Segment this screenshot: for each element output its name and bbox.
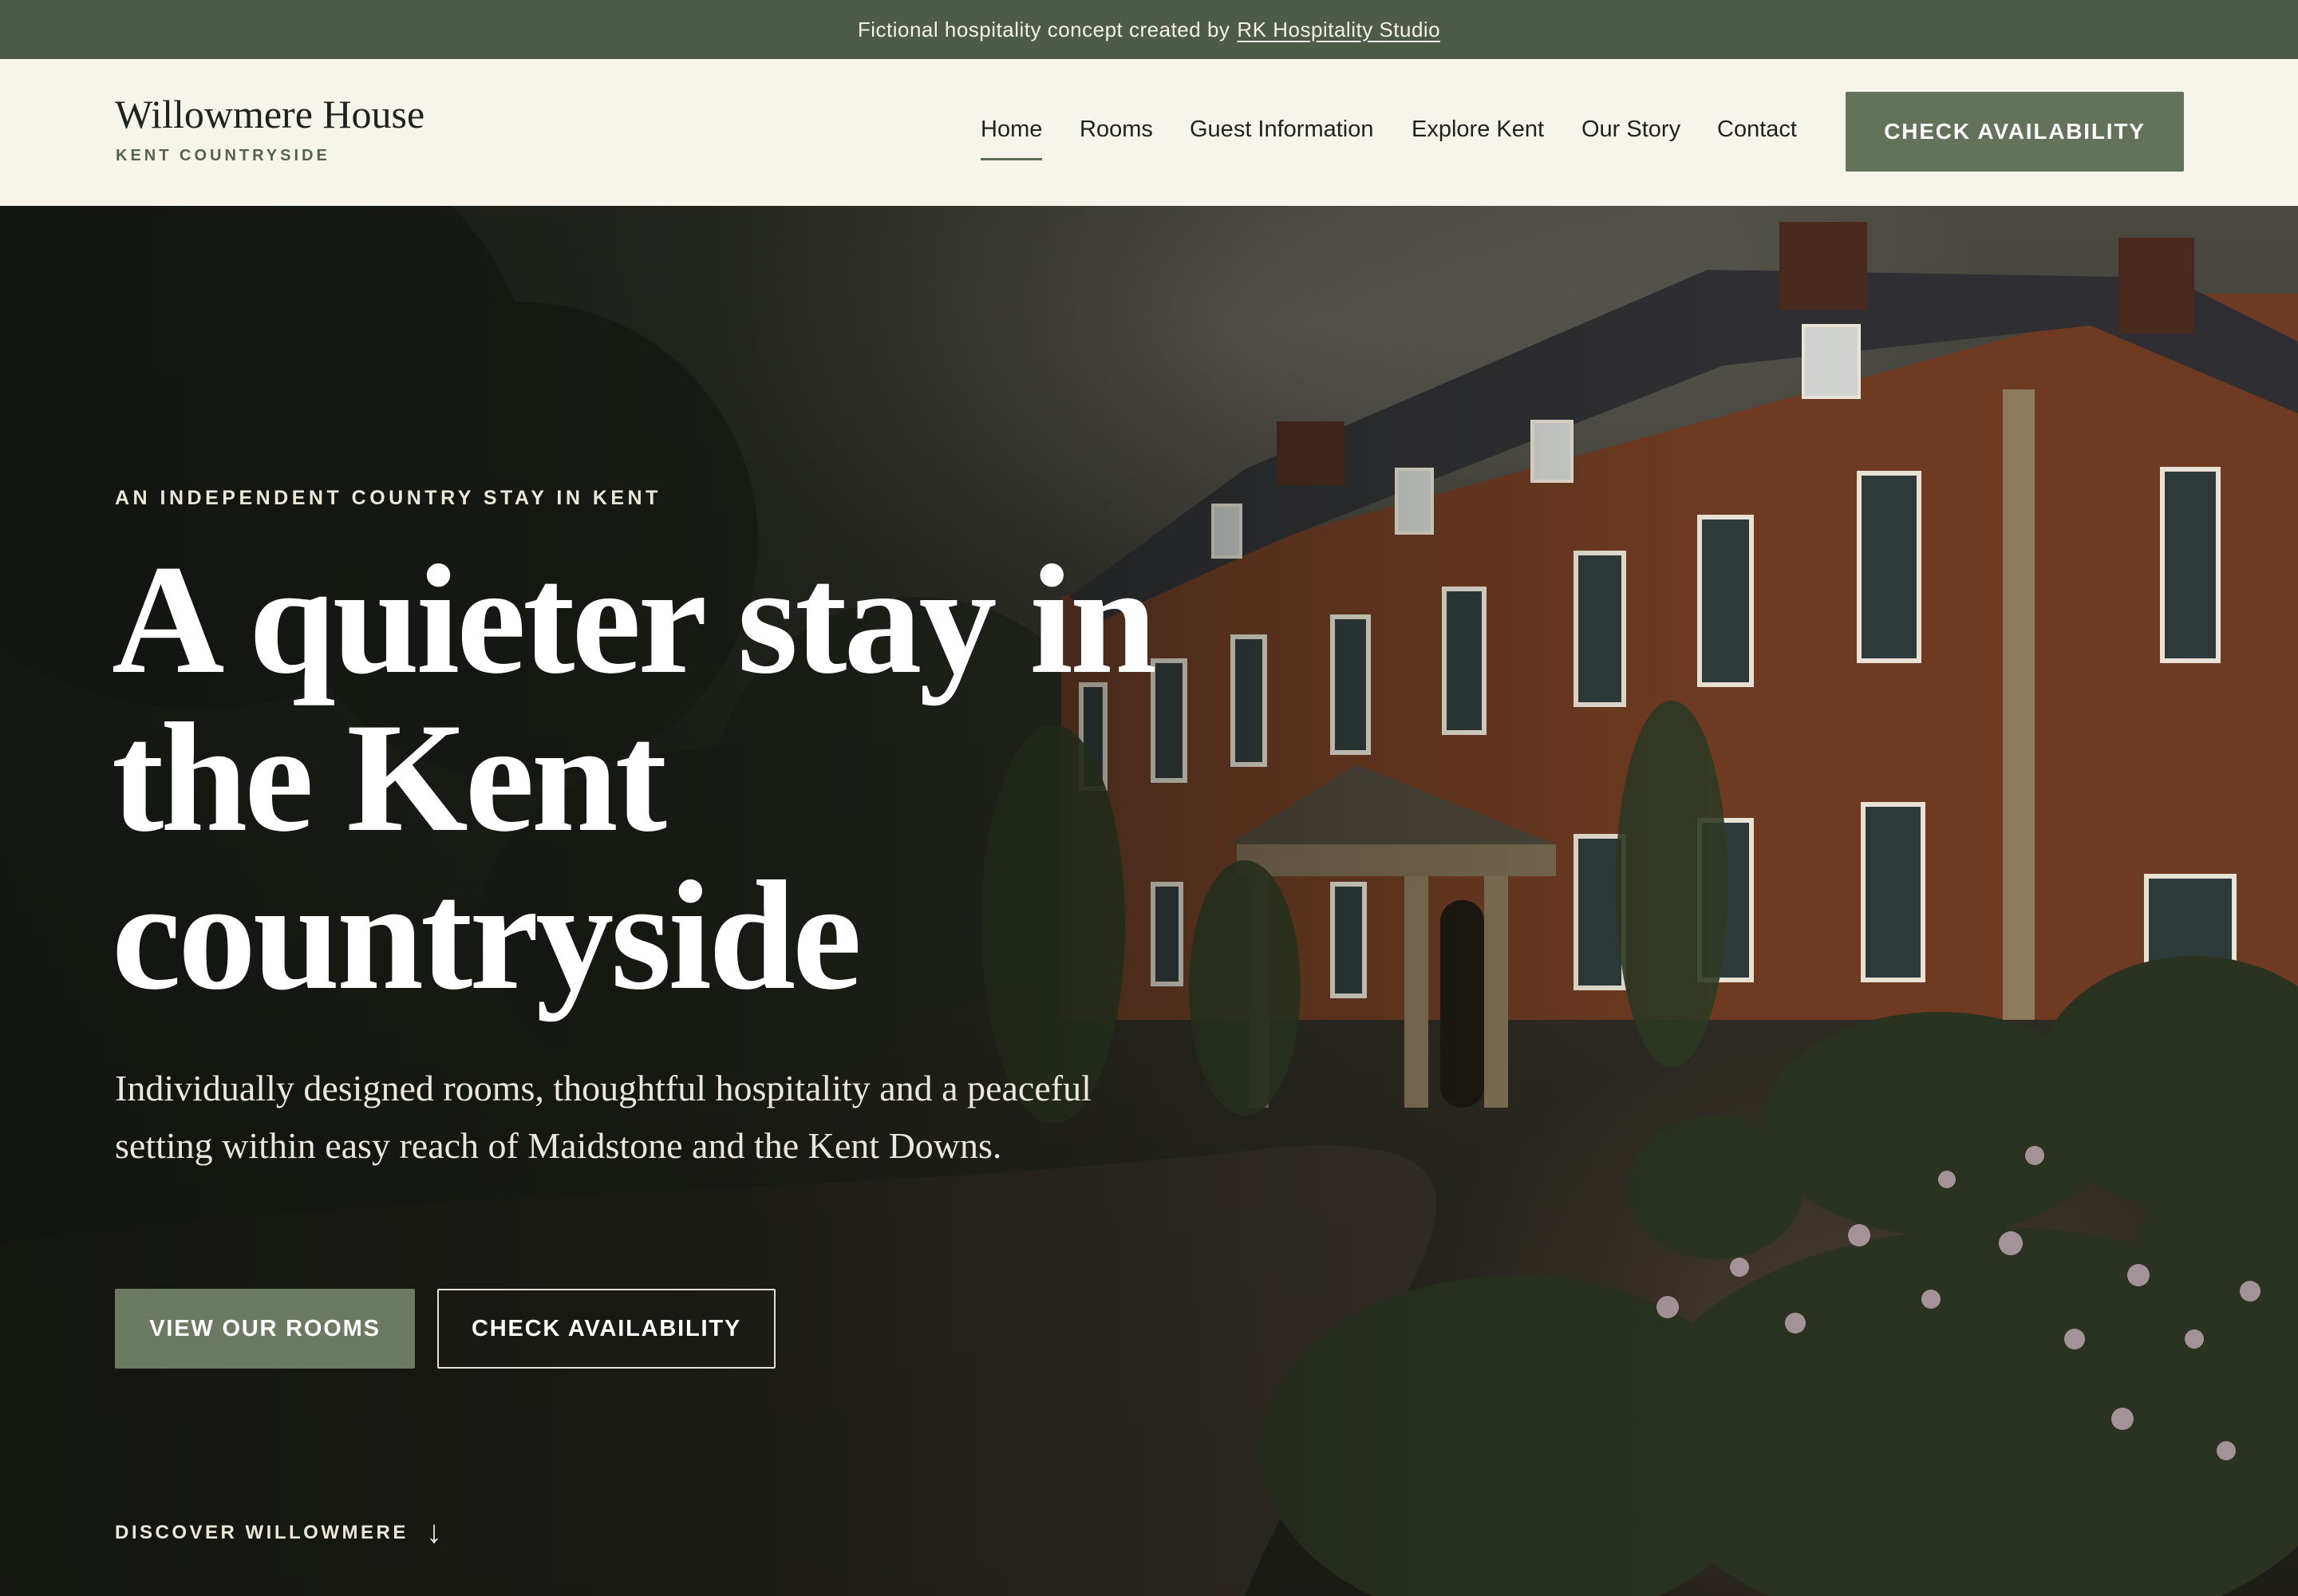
nav-rooms[interactable]: Rooms xyxy=(1080,117,1153,143)
arrow-down-icon: ↓ xyxy=(425,1515,442,1550)
nav-our-story[interactable]: Our Story xyxy=(1581,117,1680,143)
nav-home[interactable]: Home xyxy=(981,117,1043,160)
discover-label: DISCOVER WILLOWMERE xyxy=(115,1521,409,1543)
nav-contact[interactable]: Contact xyxy=(1717,117,1797,143)
nav-explore-kent[interactable]: Explore Kent xyxy=(1412,117,1544,143)
hero-headline: A quieter stay in the Kent countryside xyxy=(112,541,1309,1015)
hero-check-availability-button[interactable]: CHECK AVAILABILITY xyxy=(437,1289,776,1369)
nav-guest-information[interactable]: Guest Information xyxy=(1190,117,1374,143)
view-rooms-button[interactable]: VIEW OUR ROOMS xyxy=(115,1289,415,1369)
headline-line-1: A quieter stay in xyxy=(112,533,1157,706)
announcement-text: Fictional hospitality concept created by xyxy=(857,17,1230,41)
headline-line-3: countryside xyxy=(112,849,862,1022)
hero-eyebrow: AN INDEPENDENT COUNTRY STAY IN KENT xyxy=(115,487,661,509)
announcement-bar: Fictional hospitality concept created by… xyxy=(0,0,2298,59)
check-availability-button[interactable]: CHECK AVAILABILITY xyxy=(1846,92,2184,172)
hero-subcopy: Individually designed rooms, thoughtful … xyxy=(115,1068,1092,1166)
studio-link[interactable]: RK Hospitality Studio xyxy=(1237,18,1440,42)
discover-link[interactable]: DISCOVER WILLOWMERE ↓ xyxy=(115,1515,442,1551)
headline-line-2: the Kent xyxy=(112,691,667,864)
hero-section: AN INDEPENDENT COUNTRY STAY IN KENT A qu… xyxy=(0,206,2298,1596)
site-header: Willowmere House KENT COUNTRYSIDE Home R… xyxy=(0,59,2298,206)
